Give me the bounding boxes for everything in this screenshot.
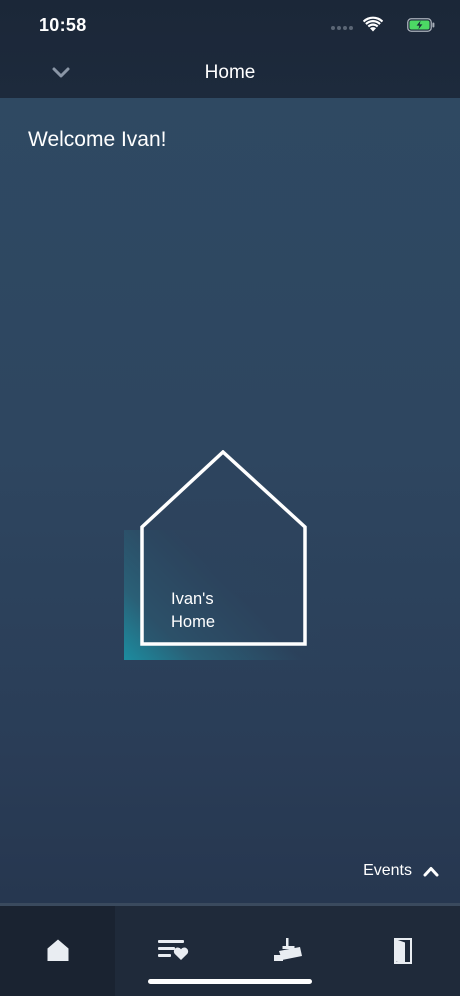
- events-label: Events: [363, 862, 412, 879]
- events-toggle[interactable]: Events: [363, 860, 440, 882]
- home-indicator: [148, 979, 312, 984]
- wifi-icon: [363, 16, 383, 32]
- nav-header: Home: [0, 48, 460, 98]
- page-title: Home: [204, 62, 256, 83]
- welcome-text: Welcome Ivan!: [28, 128, 167, 151]
- favorites-list-icon: [157, 940, 188, 960]
- tab-home[interactable]: [0, 906, 115, 996]
- security-camera-icon: [273, 938, 302, 961]
- chevron-up-icon: [423, 867, 439, 877]
- home-icon: [47, 939, 68, 961]
- battery-charging-icon: [407, 18, 435, 32]
- door-icon: [393, 938, 412, 964]
- cellular-signal-icon: [331, 26, 353, 30]
- top-bar: 10:58 Home: [0, 0, 460, 98]
- status-time: 10:58: [39, 15, 87, 35]
- app-screen: 10:58 Home Welcome Ivan! Ivan's Home Eve…: [0, 0, 460, 996]
- home-tile-label: Ivan's Home: [171, 590, 216, 631]
- tab-access[interactable]: [345, 906, 460, 996]
- home-tile[interactable]: Ivan's Home: [124, 450, 322, 662]
